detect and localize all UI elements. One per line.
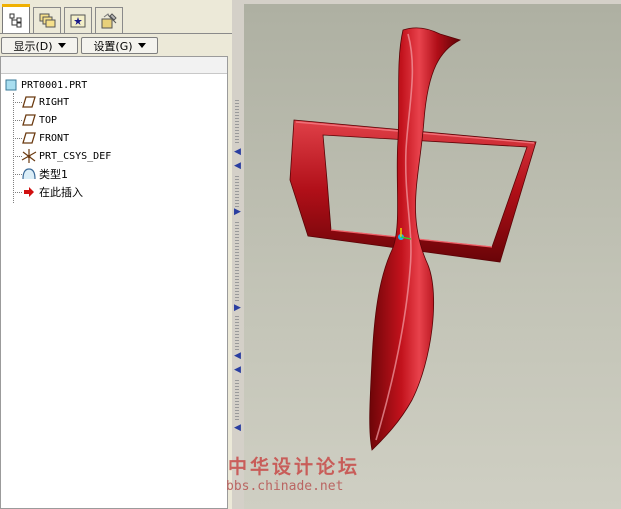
- tab-model-tree[interactable]: [2, 4, 30, 34]
- feature-icon: [22, 168, 36, 180]
- collapse-left-icon[interactable]: ◀: [234, 162, 242, 171]
- collapse-left-icon[interactable]: ◀: [234, 148, 242, 157]
- tree-root-label: PRT0001.PRT: [21, 79, 88, 91]
- splitter-grip: [235, 380, 239, 420]
- panel-splitter[interactable]: ◀ ◀ ▶ ▶ ◀ ◀ ◀: [232, 0, 244, 509]
- tree-item-feature[interactable]: 类型1: [21, 165, 68, 183]
- model-tree-icon: [9, 13, 22, 28]
- tree-item-front[interactable]: FRONT: [21, 129, 69, 147]
- datum-plane-icon: [22, 132, 36, 144]
- settings-menu-label: 设置(G): [93, 39, 133, 53]
- favorites-icon: [70, 14, 86, 27]
- tree-item-insert-here[interactable]: 在此插入: [21, 183, 83, 201]
- tree-item-label: PRT_CSYS_DEF: [39, 150, 112, 162]
- tree-item-label: 在此插入: [39, 186, 83, 199]
- tree-column-header: [1, 57, 227, 74]
- tree-connector: [13, 93, 14, 203]
- tree-item-label: RIGHT: [39, 96, 70, 108]
- tree-item-csys[interactable]: PRT_CSYS_DEF: [21, 147, 111, 165]
- tree-item-right[interactable]: RIGHT: [21, 93, 69, 111]
- layers-icon: [39, 13, 56, 27]
- collapse-left-icon[interactable]: ◀: [234, 352, 242, 361]
- model-3d-render: [289, 27, 537, 451]
- tree-item-label: 类型1: [39, 168, 68, 181]
- show-menu-button[interactable]: 显示(D): [1, 37, 78, 54]
- splitter-grip: [235, 100, 239, 145]
- watermark-chinese: 中华设计论坛: [228, 456, 361, 478]
- model-tree: PRT0001.PRT RIGHT TOP FRONT PRT_CSYS_DEF…: [0, 56, 228, 509]
- insert-here-arrow-icon: [24, 187, 34, 197]
- splitter-grip: [235, 222, 239, 302]
- settings-menu-button[interactable]: 设置(G): [81, 37, 158, 54]
- tree-item-label: FRONT: [39, 132, 70, 144]
- tree-item-top[interactable]: TOP: [21, 111, 57, 129]
- splitter-grip: [235, 316, 239, 350]
- tab-favorites[interactable]: [64, 7, 92, 33]
- navigator-panel: 显示(D) 设置(G) PRT0001.PRT RIGHT TOP FRONT: [0, 0, 232, 509]
- coordinate-system-icon: [21, 149, 37, 163]
- part-icon: [5, 79, 17, 91]
- watermark-url: bbs.chinade.net: [226, 479, 344, 494]
- tools-icon: [101, 12, 117, 28]
- tree-item-label: TOP: [39, 114, 58, 126]
- show-menu-label: 显示(D): [13, 39, 53, 53]
- splitter-grip: [235, 176, 239, 208]
- tree-root-item[interactable]: PRT0001.PRT: [3, 76, 87, 94]
- expand-right-icon[interactable]: ▶: [234, 304, 242, 313]
- collapse-left-icon[interactable]: ◀: [234, 366, 242, 375]
- tab-tools[interactable]: [95, 7, 123, 33]
- datum-plane-icon: [22, 114, 36, 126]
- expand-right-icon[interactable]: ▶: [234, 208, 242, 217]
- collapse-left-icon[interactable]: ◀: [234, 424, 242, 433]
- datum-plane-icon: [22, 96, 36, 108]
- tab-layers[interactable]: [33, 7, 61, 33]
- 3d-graphics-window[interactable]: [244, 4, 621, 509]
- chevron-down-icon: [57, 43, 66, 48]
- chevron-down-icon: [137, 43, 146, 48]
- tab-strip-border: [0, 33, 232, 34]
